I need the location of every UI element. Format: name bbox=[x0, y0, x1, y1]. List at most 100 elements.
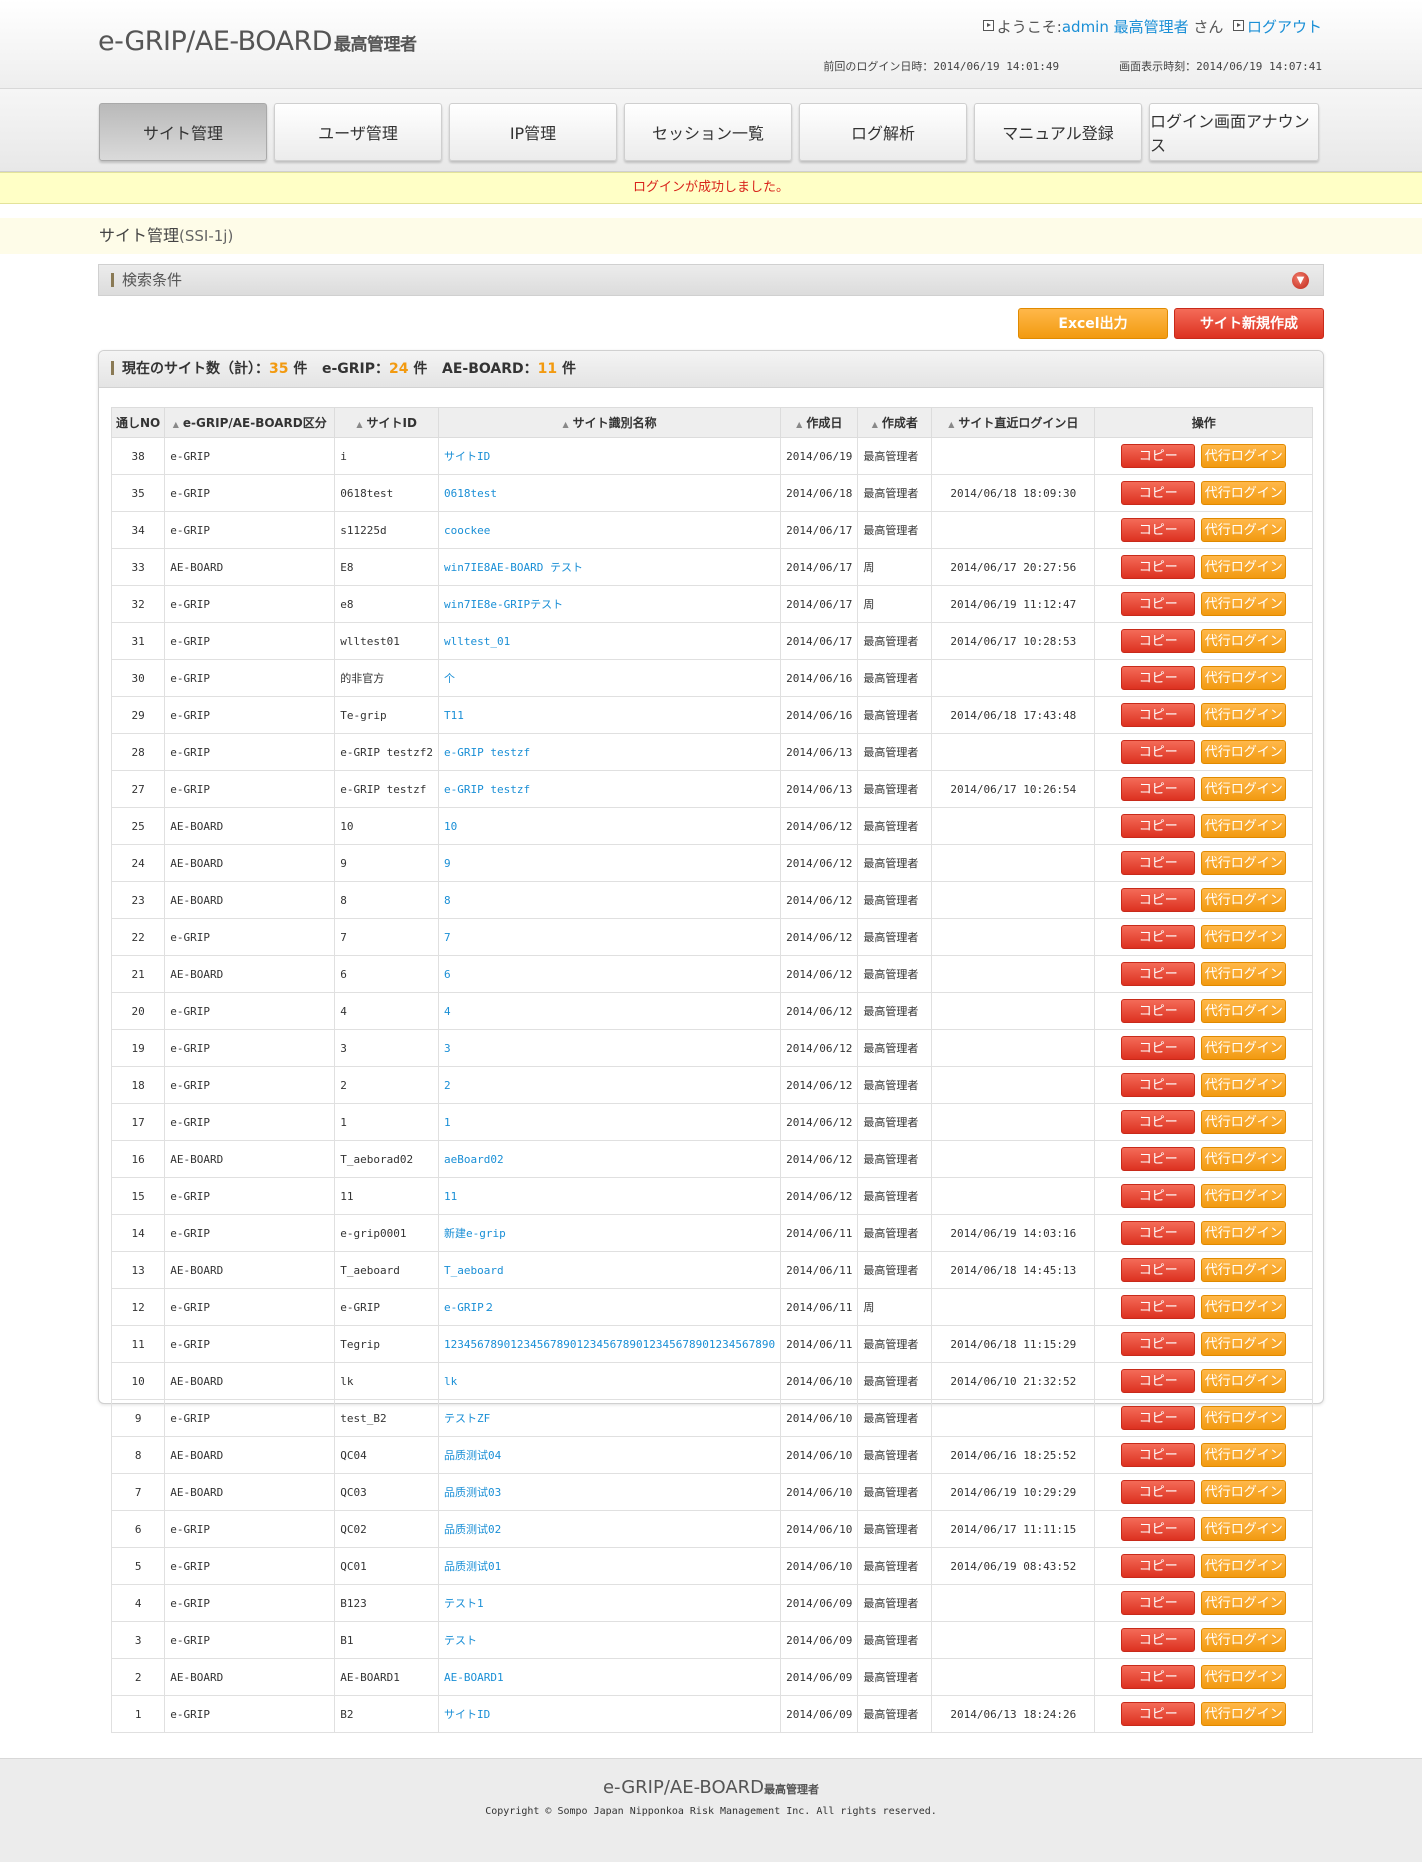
copy-button[interactable]: コピー bbox=[1121, 1073, 1196, 1097]
proxy-login-button[interactable]: 代行ログイン bbox=[1201, 1073, 1287, 1097]
proxy-login-button[interactable]: 代行ログイン bbox=[1201, 1406, 1287, 1430]
copy-button[interactable]: コピー bbox=[1121, 1665, 1196, 1689]
proxy-login-button[interactable]: 代行ログイン bbox=[1201, 1258, 1287, 1282]
proxy-login-button[interactable]: 代行ログイン bbox=[1201, 1517, 1287, 1541]
column-header-5[interactable]: ▲ 作成者 bbox=[857, 407, 933, 438]
copy-button[interactable]: コピー bbox=[1121, 1110, 1196, 1134]
site-name-link[interactable]: テストZF bbox=[444, 1412, 490, 1425]
copy-button[interactable]: コピー bbox=[1121, 555, 1196, 579]
copy-button[interactable]: コピー bbox=[1121, 1628, 1196, 1652]
site-name-link[interactable]: 品质测试04 bbox=[444, 1449, 501, 1462]
proxy-login-button[interactable]: 代行ログイン bbox=[1201, 1554, 1287, 1578]
proxy-login-button[interactable]: 代行ログイン bbox=[1201, 962, 1287, 986]
search-conditions-bar[interactable]: 検索条件 ▼ bbox=[98, 264, 1324, 296]
site-name-link[interactable]: aeBoard02 bbox=[444, 1153, 504, 1166]
site-name-link[interactable]: e-GRIP testzf bbox=[444, 746, 530, 759]
copy-button[interactable]: コピー bbox=[1121, 1443, 1196, 1467]
site-name-link[interactable]: 3 bbox=[444, 1042, 451, 1055]
nav-tab-3[interactable]: セッション一覧 bbox=[624, 103, 792, 161]
site-name-link[interactable]: テスト1 bbox=[444, 1597, 484, 1610]
site-name-link[interactable]: 10 bbox=[444, 820, 457, 833]
site-name-link[interactable]: lk bbox=[444, 1375, 457, 1388]
copy-button[interactable]: コピー bbox=[1121, 1184, 1196, 1208]
proxy-login-button[interactable]: 代行ログイン bbox=[1201, 703, 1287, 727]
site-name-link[interactable]: 品质测试01 bbox=[444, 1560, 501, 1573]
site-name-link[interactable]: 6 bbox=[444, 968, 451, 981]
logout-link[interactable]: ログアウト bbox=[1247, 18, 1322, 36]
copy-button[interactable]: コピー bbox=[1121, 1147, 1196, 1171]
copy-button[interactable]: コピー bbox=[1121, 1221, 1196, 1245]
site-name-link[interactable]: T11 bbox=[444, 709, 464, 722]
user-name-link[interactable]: admin 最高管理者 bbox=[1062, 18, 1189, 36]
site-name-link[interactable]: 品质测试02 bbox=[444, 1523, 501, 1536]
site-name-link[interactable]: e-GRIP testzf bbox=[444, 783, 530, 796]
copy-button[interactable]: コピー bbox=[1121, 1591, 1196, 1615]
nav-tab-1[interactable]: ユーザ管理 bbox=[274, 103, 442, 161]
expand-chevron-icon[interactable]: ▼ bbox=[1292, 272, 1309, 289]
site-name-link[interactable]: AE-BOARD1 bbox=[444, 1671, 504, 1684]
copy-button[interactable]: コピー bbox=[1121, 592, 1196, 616]
copy-button[interactable]: コピー bbox=[1121, 518, 1196, 542]
site-name-link[interactable]: テスト bbox=[444, 1634, 477, 1647]
column-header-2[interactable]: ▲ サイトID bbox=[334, 407, 439, 438]
copy-button[interactable]: コピー bbox=[1121, 851, 1196, 875]
site-name-link[interactable]: 8 bbox=[444, 894, 451, 907]
copy-button[interactable]: コピー bbox=[1121, 1332, 1196, 1356]
column-header-3[interactable]: ▲ サイト識別名称 bbox=[437, 407, 782, 438]
column-header-1[interactable]: ▲ e-GRIP/AE-BOARD区分 bbox=[164, 407, 336, 438]
proxy-login-button[interactable]: 代行ログイン bbox=[1201, 1184, 1287, 1208]
copy-button[interactable]: コピー bbox=[1121, 1554, 1196, 1578]
proxy-login-button[interactable]: 代行ログイン bbox=[1201, 481, 1287, 505]
proxy-login-button[interactable]: 代行ログイン bbox=[1201, 851, 1287, 875]
nav-tab-2[interactable]: IP管理 bbox=[449, 103, 617, 161]
site-name-link[interactable]: win7IE8e-GRIPテスト bbox=[444, 598, 563, 611]
copy-button[interactable]: コピー bbox=[1121, 1369, 1196, 1393]
copy-button[interactable]: コピー bbox=[1121, 629, 1196, 653]
copy-button[interactable]: コピー bbox=[1121, 814, 1196, 838]
proxy-login-button[interactable]: 代行ログイン bbox=[1201, 444, 1287, 468]
site-name-link[interactable]: サイトID bbox=[444, 1708, 490, 1721]
copy-button[interactable]: コピー bbox=[1121, 444, 1196, 468]
copy-button[interactable]: コピー bbox=[1121, 481, 1196, 505]
copy-button[interactable]: コピー bbox=[1121, 888, 1196, 912]
site-name-link[interactable]: 2 bbox=[444, 1079, 451, 1092]
proxy-login-button[interactable]: 代行ログイン bbox=[1201, 1591, 1287, 1615]
copy-button[interactable]: コピー bbox=[1121, 999, 1196, 1023]
proxy-login-button[interactable]: 代行ログイン bbox=[1201, 1110, 1287, 1134]
proxy-login-button[interactable]: 代行ログイン bbox=[1201, 629, 1287, 653]
copy-button[interactable]: コピー bbox=[1121, 1480, 1196, 1504]
site-name-link[interactable]: coockee bbox=[444, 524, 490, 537]
nav-tab-0[interactable]: サイト管理 bbox=[99, 103, 267, 161]
proxy-login-button[interactable]: 代行ログイン bbox=[1201, 1369, 1287, 1393]
site-name-link[interactable]: 7 bbox=[444, 931, 451, 944]
site-name-link[interactable]: T_aeboard bbox=[444, 1264, 504, 1277]
proxy-login-button[interactable]: 代行ログイン bbox=[1201, 1665, 1287, 1689]
proxy-login-button[interactable]: 代行ログイン bbox=[1201, 1443, 1287, 1467]
app-logo[interactable]: e-GRIP/AE-BOARD 最高管理者 bbox=[98, 26, 417, 57]
site-name-link[interactable]: サイトID bbox=[444, 450, 490, 463]
proxy-login-button[interactable]: 代行ログイン bbox=[1201, 1221, 1287, 1245]
copy-button[interactable]: コピー bbox=[1121, 925, 1196, 949]
proxy-login-button[interactable]: 代行ログイン bbox=[1201, 1628, 1287, 1652]
copy-button[interactable]: コピー bbox=[1121, 1517, 1196, 1541]
proxy-login-button[interactable]: 代行ログイン bbox=[1201, 999, 1287, 1023]
copy-button[interactable]: コピー bbox=[1121, 1295, 1196, 1319]
site-name-link[interactable]: 1234567890123456789012345678901234567890… bbox=[444, 1338, 775, 1351]
site-name-link[interactable]: 9 bbox=[444, 857, 451, 870]
proxy-login-button[interactable]: 代行ログイン bbox=[1201, 740, 1287, 764]
nav-tab-5[interactable]: マニュアル登録 bbox=[974, 103, 1142, 161]
proxy-login-button[interactable]: 代行ログイン bbox=[1201, 777, 1287, 801]
site-name-link[interactable]: 个 bbox=[444, 672, 455, 685]
proxy-login-button[interactable]: 代行ログイン bbox=[1201, 925, 1287, 949]
nav-tab-4[interactable]: ログ解析 bbox=[799, 103, 967, 161]
nav-tab-6[interactable]: ログイン画面アナウンス bbox=[1149, 103, 1319, 161]
copy-button[interactable]: コピー bbox=[1121, 740, 1196, 764]
site-name-link[interactable]: 1 bbox=[444, 1116, 451, 1129]
copy-button[interactable]: コピー bbox=[1121, 777, 1196, 801]
column-header-4[interactable]: ▲ 作成日 bbox=[780, 407, 859, 438]
copy-button[interactable]: コピー bbox=[1121, 666, 1196, 690]
proxy-login-button[interactable]: 代行ログイン bbox=[1201, 666, 1287, 690]
copy-button[interactable]: コピー bbox=[1121, 1036, 1196, 1060]
site-name-link[interactable]: wlltest_01 bbox=[444, 635, 510, 648]
copy-button[interactable]: コピー bbox=[1121, 1702, 1196, 1726]
